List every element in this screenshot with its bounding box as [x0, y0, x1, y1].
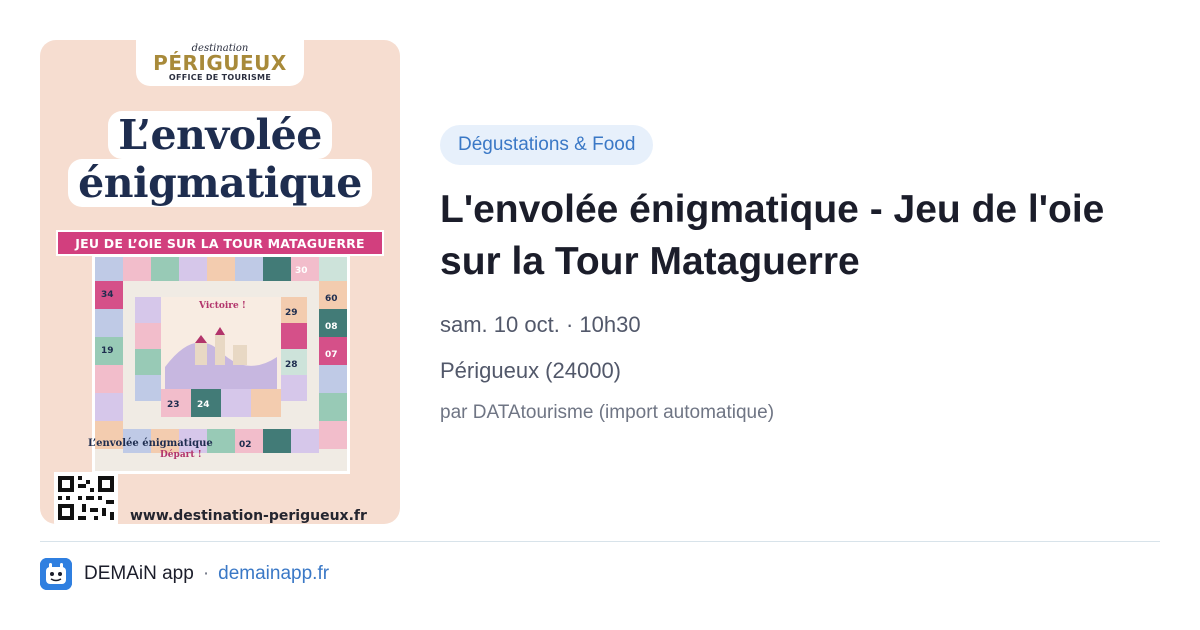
- event-poster-image[interactable]: destination PÉRIGUEUX OFFICE DE TOURISME…: [40, 40, 400, 524]
- poster-title: L’envolée énigmatique: [52, 100, 388, 218]
- poster-title-line-2: énigmatique: [68, 159, 372, 207]
- svg-text:29: 29: [285, 308, 298, 318]
- poster-title-line-1: L’envolée: [108, 111, 332, 159]
- svg-text:28: 28: [285, 360, 298, 370]
- poster-url: www.destination-perigueux.fr: [130, 508, 367, 524]
- svg-text:23: 23: [167, 400, 180, 410]
- footer: DEMAiN app · demainapp.fr: [40, 558, 329, 590]
- board-name-label: L’envolée énigmatique: [88, 438, 213, 449]
- svg-text:60: 60: [325, 294, 338, 304]
- qr-code-graphic: [58, 476, 114, 520]
- demain-app-icon[interactable]: [40, 558, 72, 590]
- svg-text:24: 24: [197, 400, 210, 410]
- svg-text:19: 19: [101, 346, 114, 356]
- poster-logo: destination PÉRIGUEUX OFFICE DE TOURISME: [136, 40, 304, 86]
- poster-logo-sub: OFFICE DE TOURISME: [168, 72, 272, 82]
- qr-code-icon: [54, 472, 118, 524]
- svg-text:02: 02: [239, 440, 252, 450]
- svg-text:30: 30: [295, 266, 308, 276]
- app-name: DEMAiN app: [84, 563, 194, 584]
- event-location: Périgueux (24000): [440, 358, 622, 383]
- svg-text:08: 08: [325, 322, 338, 332]
- poster-banner: JEU DE L’OIE SUR LA TOUR MATAGUERRE: [56, 230, 384, 256]
- event-title[interactable]: L'envolée énigmatique - Jeu de l'oie sur…: [440, 184, 1170, 288]
- event-author: par DATAtourisme (import automatique): [440, 402, 775, 423]
- app-domain-link[interactable]: demainapp.fr: [218, 563, 329, 585]
- footer-divider: [40, 541, 1160, 542]
- event-date: sam. 10 oct. · 10h30: [440, 312, 641, 337]
- demain-logo-graphic: [40, 558, 72, 590]
- board-depart-label: Départ !: [160, 450, 202, 460]
- footer-separator: ·: [202, 563, 210, 584]
- category-badge[interactable]: Dégustations & Food: [440, 125, 654, 165]
- board-victory-label: Victoire !: [199, 301, 246, 311]
- poster-logo-main: PÉRIGUEUX: [153, 50, 287, 75]
- svg-text:07: 07: [325, 350, 338, 360]
- svg-text:34: 34: [101, 290, 114, 300]
